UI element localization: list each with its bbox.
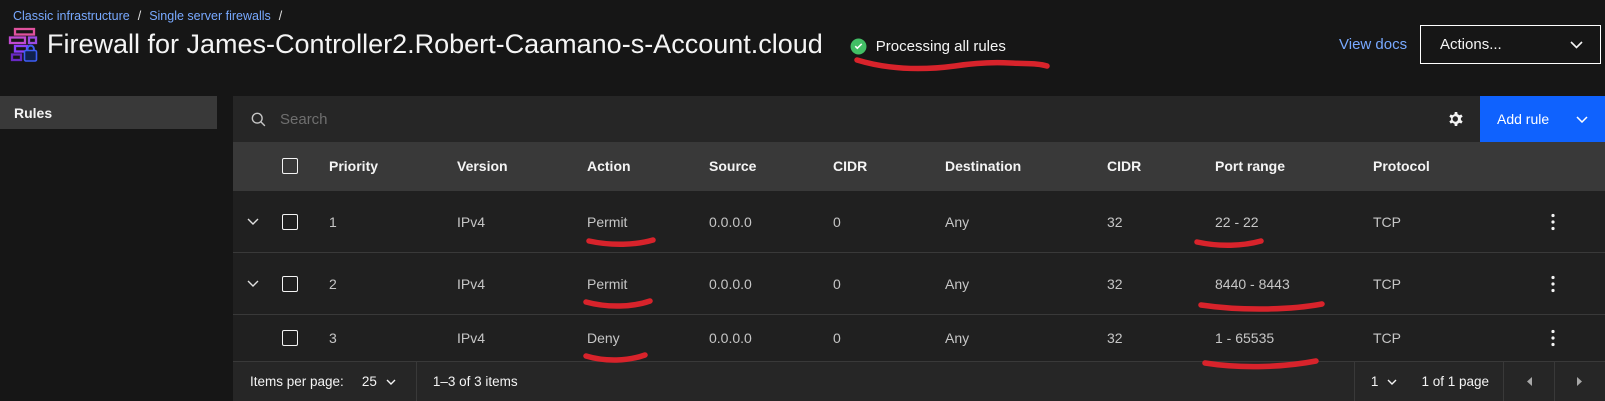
cell-port-range: 22 - 22 (1203, 214, 1361, 230)
row-checkbox[interactable] (282, 330, 298, 346)
select-all-checkbox[interactable] (282, 158, 298, 174)
table-row: 2 IPv4 Permit 0.0.0.0 0 Any 32 8440 - 84… (233, 252, 1605, 314)
cell-source: 0.0.0.0 (697, 214, 821, 230)
caret-left-icon (1525, 376, 1533, 387)
page-header: Firewall for James-Controller2.Robert-Ca… (8, 27, 1006, 62)
firewall-page: Classic infrastructure / Single server f… (0, 0, 1605, 401)
breadcrumb-classic-infrastructure[interactable]: Classic infrastructure (13, 9, 130, 23)
chevron-down-icon (386, 379, 396, 385)
cell-priority: 1 (317, 214, 445, 230)
cell-destination-cidr: 32 (1095, 214, 1203, 230)
view-docs-link[interactable]: View docs (1339, 36, 1407, 53)
cell-source: 0.0.0.0 (697, 330, 821, 346)
cell-destination: Any (933, 330, 1095, 346)
cell-source-cidr: 0 (821, 330, 933, 346)
items-per-page-value: 25 (362, 374, 377, 389)
items-per-page-label: Items per page: (250, 374, 344, 389)
actions-dropdown[interactable]: Actions... (1420, 25, 1601, 64)
search-input[interactable] (280, 111, 1432, 128)
next-page-button[interactable] (1555, 362, 1605, 401)
table-settings-button[interactable] (1432, 96, 1480, 142)
overflow-menu-icon (1551, 275, 1555, 293)
cell-action: Permit (575, 214, 697, 230)
col-priority: Priority (317, 158, 445, 174)
col-source-cidr: CIDR (821, 158, 933, 174)
col-source: Source (697, 158, 821, 174)
row-overflow-menu-button[interactable] (1529, 261, 1577, 307)
cell-source-cidr: 0 (821, 214, 933, 230)
chevron-down-icon (1387, 379, 1397, 385)
cell-priority: 3 (317, 330, 445, 346)
row-overflow-menu-button[interactable] (1529, 199, 1577, 245)
page-count-label: 1 of 1 page (1407, 362, 1503, 401)
search-icon (250, 111, 267, 128)
row-checkbox[interactable] (282, 214, 298, 230)
firewall-icon (8, 27, 38, 62)
table-row: 3 IPv4 Deny 0.0.0.0 0 Any 32 1 - 65535 T… (233, 314, 1605, 361)
cell-port-range: 1 - 65535 (1203, 330, 1361, 346)
cell-source: 0.0.0.0 (697, 276, 821, 292)
row-checkbox[interactable] (282, 276, 298, 292)
cell-destination-cidr: 32 (1095, 330, 1203, 346)
cell-destination-cidr: 32 (1095, 276, 1203, 292)
cell-version: IPv4 (445, 276, 575, 292)
overflow-menu-icon (1551, 213, 1555, 231)
page-number-value: 1 (1371, 374, 1379, 389)
col-port-range: Port range (1203, 158, 1361, 174)
cell-protocol: TCP (1361, 276, 1525, 292)
cell-port-range: 8440 - 8443 (1203, 276, 1361, 292)
expand-row-button[interactable] (233, 218, 273, 225)
table-row: 1 IPv4 Permit 0.0.0.0 0 Any 32 22 - 22 T… (233, 190, 1605, 252)
col-version: Version (445, 158, 575, 174)
col-protocol: Protocol (1361, 158, 1525, 174)
checkmark-filled-icon (850, 38, 867, 55)
actions-dropdown-label: Actions... (1440, 36, 1502, 53)
cell-destination: Any (933, 214, 1095, 230)
breadcrumb-separator: / (279, 9, 282, 23)
cell-protocol: TCP (1361, 330, 1525, 346)
pagination-bar: Items per page: 25 1–3 of 3 items 1 (233, 361, 1605, 401)
expand-row-button[interactable] (233, 280, 273, 287)
cell-protocol: TCP (1361, 214, 1525, 230)
table-header-row: Priority Version Action Source CIDR Dest… (233, 142, 1605, 190)
search-field (233, 96, 1432, 142)
status-badge: Processing all rules (850, 34, 1006, 55)
page-number-select[interactable]: 1 (1355, 362, 1408, 401)
cell-action: Deny (575, 330, 697, 346)
items-per-page-select[interactable]: 25 (356, 374, 402, 389)
chevron-down-icon (1570, 41, 1583, 49)
cell-priority: 2 (317, 276, 445, 292)
add-rule-button[interactable]: Add rule (1480, 96, 1605, 142)
cell-version: IPv4 (445, 330, 575, 346)
row-overflow-menu-button[interactable] (1529, 315, 1577, 361)
chevron-down-icon (1576, 116, 1588, 123)
caret-right-icon (1576, 376, 1584, 387)
chevron-down-icon (247, 280, 259, 287)
pagination-range-label: 1–3 of 3 items (417, 362, 534, 401)
chevron-down-icon (247, 218, 259, 225)
table-toolbar: Add rule (233, 96, 1605, 142)
col-destination: Destination (933, 158, 1095, 174)
cell-action: Permit (575, 276, 697, 292)
sidebar-item-rules[interactable]: Rules (0, 96, 217, 129)
gear-icon (1447, 110, 1465, 128)
status-label: Processing all rules (876, 38, 1006, 55)
sidebar-item-label: Rules (14, 105, 52, 121)
cell-source-cidr: 0 (821, 276, 933, 292)
col-destination-cidr: CIDR (1095, 158, 1203, 174)
breadcrumb-single-server-firewalls[interactable]: Single server firewalls (149, 9, 271, 23)
breadcrumb: Classic infrastructure / Single server f… (13, 9, 282, 23)
overflow-menu-icon (1551, 329, 1555, 347)
page-title: Firewall for James-Controller2.Robert-Ca… (47, 29, 823, 60)
previous-page-button[interactable] (1504, 362, 1554, 401)
col-action: Action (575, 158, 697, 174)
add-rule-label: Add rule (1497, 111, 1549, 127)
breadcrumb-separator: / (138, 9, 141, 23)
cell-destination: Any (933, 276, 1095, 292)
cell-version: IPv4 (445, 214, 575, 230)
rules-table: Add rule Priority Version Action Source … (233, 96, 1605, 401)
